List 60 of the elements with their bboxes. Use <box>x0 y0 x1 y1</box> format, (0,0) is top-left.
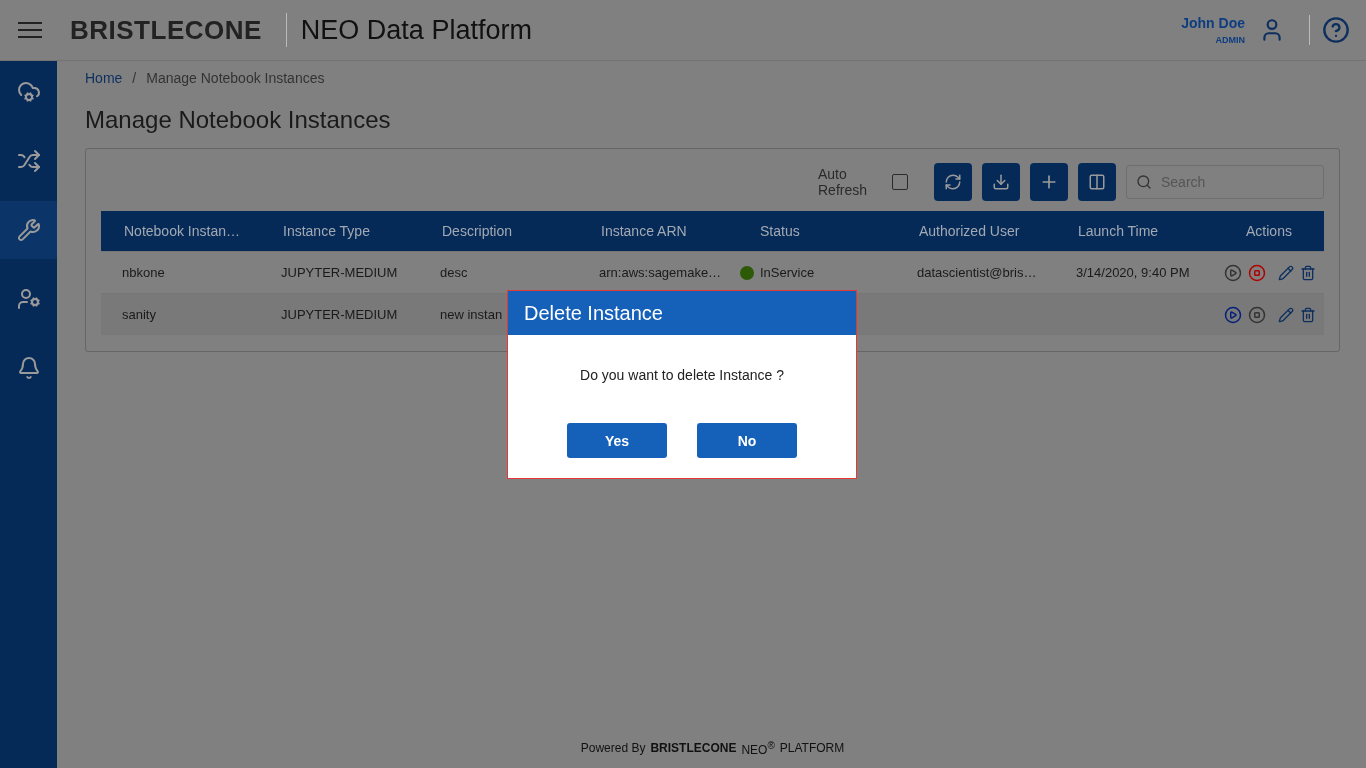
page-title: Manage Notebook Instances <box>85 106 392 134</box>
column-header[interactable]: Authorized User <box>896 223 1055 239</box>
bell-icon <box>16 356 41 380</box>
footer-text: Powered By <box>580 741 646 755</box>
table-cell-text: nbkone <box>121 265 165 280</box>
menu-icon[interactable] <box>18 22 42 38</box>
columns-button[interactable] <box>1078 163 1116 201</box>
column-header[interactable]: Status <box>737 223 896 239</box>
breadcrumb-separator: / <box>132 70 137 86</box>
breadcrumb-current: Manage Notebook Instances <box>146 70 325 86</box>
refresh-button[interactable] <box>934 163 972 201</box>
status-text: InService <box>760 265 815 280</box>
table-cell-text: sanity <box>121 307 156 322</box>
column-header[interactable]: Instance ARN <box>578 223 737 239</box>
user-role: ADMIN <box>1215 35 1245 45</box>
download-button[interactable] <box>982 163 1020 201</box>
play-icon[interactable] <box>1224 305 1242 324</box>
table-cell-text: 3/14/2020, 9:40 PM <box>1075 265 1190 280</box>
breadcrumb-link[interactable]: Home <box>85 70 123 86</box>
shuffle-icon <box>16 149 41 173</box>
play-icon[interactable] <box>1224 263 1242 282</box>
user-icon <box>16 287 41 311</box>
dialog-button[interactable]: No <box>697 423 797 458</box>
auto-refresh-label: Auto Refresh <box>818 166 869 198</box>
table-cell-text: desc <box>439 265 468 280</box>
columns-icon <box>1088 173 1106 191</box>
user-name: John Doe <box>1181 15 1245 31</box>
column-header[interactable]: Launch Time <box>1055 223 1214 239</box>
delete-icon[interactable] <box>1300 264 1316 281</box>
app-title: NEO Data Platform <box>300 14 532 46</box>
search-icon <box>1136 174 1152 190</box>
dialog-button[interactable]: Yes <box>567 423 667 458</box>
column-header[interactable]: Notebook Instan… <box>101 223 260 239</box>
sidebar-item[interactable] <box>0 201 57 259</box>
auto-refresh-checkbox[interactable] <box>892 174 908 190</box>
table-cell-text: JUPYTER-MEDIUM <box>280 307 398 322</box>
wrench-icon <box>16 218 41 242</box>
footer-logo: BRISTLECONE <box>650 741 737 755</box>
footer-platform: PLATFORM <box>779 741 845 755</box>
table-cell-text: datascientist@bris… <box>916 265 1037 280</box>
dialog-message: Do you want to delete Instance ? <box>579 367 785 383</box>
table-cell-text: arn:aws:sagemake… <box>598 265 722 280</box>
cloud-icon <box>16 80 41 104</box>
edit-icon[interactable] <box>1278 306 1294 323</box>
download-icon <box>992 173 1010 191</box>
refresh-icon <box>944 173 962 191</box>
add-button[interactable] <box>1030 163 1068 201</box>
dialog-title: Delete Instance <box>508 291 856 335</box>
column-header[interactable]: Actions <box>1214 223 1324 239</box>
footer-product: NEO$^{®}$ <box>741 739 775 757</box>
help-icon[interactable] <box>1322 16 1350 44</box>
table-cell-text: new instan <box>439 307 503 322</box>
column-header[interactable]: Instance Type <box>260 223 419 239</box>
stop-icon[interactable] <box>1248 305 1266 324</box>
logo: BRISTLECONE <box>70 14 262 46</box>
table-cell-text: JUPYTER-MEDIUM <box>280 265 398 280</box>
delete-icon[interactable] <box>1300 306 1316 323</box>
stop-icon[interactable] <box>1248 263 1266 282</box>
edit-icon[interactable] <box>1278 264 1294 281</box>
column-header[interactable]: Description <box>419 223 578 239</box>
